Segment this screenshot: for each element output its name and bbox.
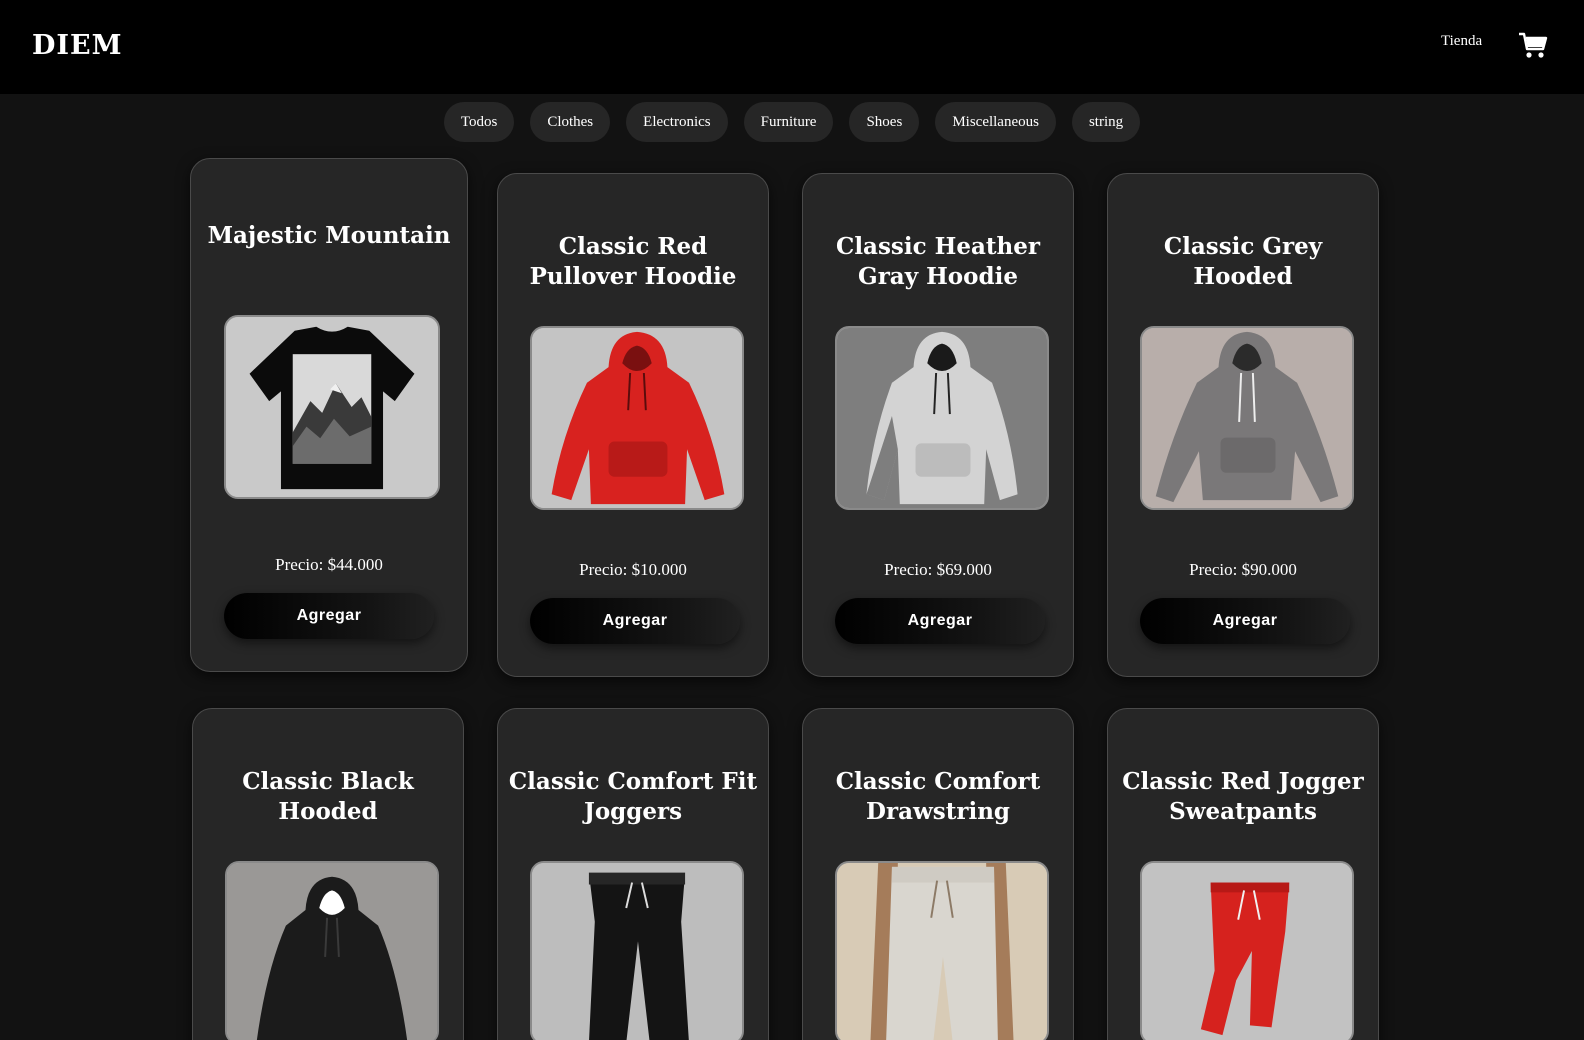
product-card: Classic Red Jogger Sweatpants: [1107, 708, 1379, 1040]
add-to-cart-button[interactable]: Agregar: [835, 598, 1045, 644]
category-pill-todos[interactable]: Todos: [443, 102, 515, 142]
product-price: Precio: $10.000: [579, 560, 687, 579]
product-card: Classic Red Pullover Hoodie Precio: $10.…: [497, 173, 769, 677]
product-image[interactable]: [1140, 326, 1354, 510]
product-title: Majestic Mountain: [207, 222, 451, 249]
add-to-cart-button[interactable]: Agregar: [224, 593, 434, 639]
category-pill-furniture[interactable]: Furniture: [743, 102, 834, 142]
product-image[interactable]: [1140, 861, 1354, 1040]
top-header: DIEM Tienda: [0, 0, 1584, 94]
product-title: Classic Grey Hooded: [1163, 233, 1323, 290]
category-filter-bar: Todos Clothes Electronics Furniture Shoe…: [0, 102, 1584, 142]
nav-link-tienda[interactable]: Tienda: [1441, 33, 1482, 50]
category-pill-string[interactable]: string: [1071, 102, 1141, 142]
product-card: Classic Heather Gray Hoodie Precio: $69.…: [802, 173, 1074, 677]
shopping-cart-icon[interactable]: [1518, 30, 1548, 60]
category-pill-clothes[interactable]: Clothes: [530, 102, 611, 142]
product-image[interactable]: [835, 861, 1049, 1040]
product-card: Classic Black Hooded: [192, 708, 464, 1040]
product-title: Classic Black Hooded: [242, 768, 414, 825]
product-price: Precio: $69.000: [884, 560, 992, 579]
add-to-cart-button[interactable]: Agregar: [530, 598, 740, 644]
brand-logo[interactable]: DIEM: [32, 30, 123, 61]
product-image[interactable]: [835, 326, 1049, 510]
category-pill-shoes[interactable]: Shoes: [849, 102, 920, 142]
category-pill-electronics[interactable]: Electronics: [626, 102, 728, 142]
product-card: Classic Comfort Drawstring: [802, 708, 1074, 1040]
product-title: Classic Heather Gray Hoodie: [836, 233, 1040, 290]
product-title: Classic Comfort Fit Joggers: [508, 768, 758, 825]
product-price: Precio: $90.000: [1189, 560, 1297, 579]
add-to-cart-button[interactable]: Agregar: [1140, 598, 1350, 644]
product-image[interactable]: [530, 326, 744, 510]
category-pill-miscellaneous[interactable]: Miscellaneous: [935, 102, 1056, 142]
product-image[interactable]: [530, 861, 744, 1040]
product-price: Precio: $44.000: [275, 555, 383, 574]
product-card: Classic Comfort Fit Joggers: [497, 708, 769, 1040]
product-card: Majestic Mountain Precio: $44.000 Agrega…: [190, 158, 468, 672]
product-image[interactable]: [224, 315, 440, 499]
product-title: Classic Red Jogger Sweatpants: [1122, 768, 1364, 825]
product-title: Classic Red Pullover Hoodie: [529, 233, 737, 290]
product-title: Classic Comfort Drawstring: [835, 768, 1041, 825]
product-card: Classic Grey Hooded Precio: $90.000 Agre…: [1107, 173, 1379, 677]
product-image[interactable]: [225, 861, 439, 1040]
